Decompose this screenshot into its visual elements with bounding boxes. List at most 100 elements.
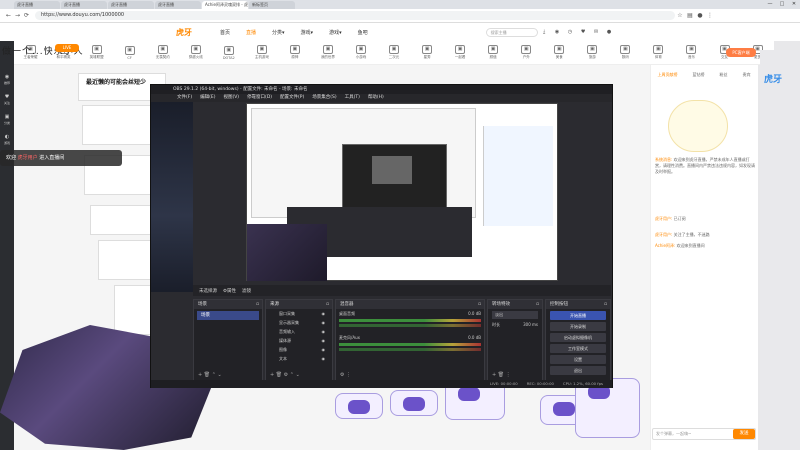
source-item[interactable]: 文本 ◉ <box>269 355 329 363</box>
filters-button[interactable]: 滤镜 <box>242 288 251 294</box>
exit-button[interactable]: 退出 <box>550 366 606 375</box>
avatar[interactable]: ● <box>603 29 616 35</box>
browser-tab[interactable]: 虎牙直播 <box>14 1 60 9</box>
tab-fans[interactable]: 粉丝 <box>720 72 728 82</box>
category-item[interactable]: ▣ 我的世界 <box>311 41 344 64</box>
browser-tab[interactable]: 虎牙直播 <box>155 1 201 9</box>
bookmark-icon[interactable]: ☆ <box>675 12 685 19</box>
menu-icon[interactable]: ⋮ <box>705 12 715 19</box>
category-item[interactable]: ▣ CF <box>113 41 146 64</box>
forward-icon[interactable]: → <box>13 12 22 19</box>
transition-controls[interactable]: + 🗑 ⋮ <box>492 372 511 378</box>
eye-icon[interactable]: ◉ <box>322 355 326 363</box>
profile-icon[interactable]: ● <box>695 12 705 19</box>
site-logo[interactable]: 虎牙 <box>176 27 212 38</box>
eye-icon[interactable]: ◉ <box>322 319 326 327</box>
category-item[interactable]: ▣ 户外 <box>510 41 543 64</box>
category-item[interactable]: ▣ 主机游戏 <box>245 41 278 64</box>
browser-tab-active[interactable]: Achie阿泽灵魂双排 - 虎牙直播 <box>202 1 248 9</box>
scene-controls[interactable]: + 🗑 ⌃ ⌄ <box>198 372 222 378</box>
dock-menu-icon[interactable]: ▫ <box>256 300 259 309</box>
dock-menu-icon[interactable]: ▫ <box>536 300 539 309</box>
menu-edit[interactable]: 编辑(E) <box>200 94 215 102</box>
start-streaming-button[interactable]: 开始直播 <box>550 311 606 320</box>
menu-view[interactable]: 视图(V) <box>223 94 239 102</box>
sidebar-item-category[interactable]: ▣ 分类 <box>0 109 14 129</box>
eye-icon[interactable]: ◉ <box>322 346 326 354</box>
sidebar-item-game[interactable]: ◐ 游戏 <box>0 129 14 149</box>
extension-icon[interactable]: ▤ <box>685 12 695 19</box>
nav-live[interactable]: 直播 <box>246 29 256 36</box>
category-item[interactable]: ▣ 星秀 <box>411 41 444 64</box>
category-item[interactable]: ▣ 数码 <box>609 41 642 64</box>
broadcast-icon[interactable]: ◉ <box>551 29 564 35</box>
nav-game-2[interactable]: 游戏▾ <box>329 29 342 36</box>
tab-diamond-rank[interactable]: 蓝钻榜 <box>693 72 705 82</box>
source-item[interactable]: 窗口采集 ◉ <box>269 310 329 318</box>
eye-icon[interactable]: ◉ <box>322 328 326 336</box>
message-icon[interactable]: ✉ <box>590 29 603 35</box>
source-item[interactable]: 显示器采集 ◉ <box>269 319 329 327</box>
source-item[interactable]: 音频输入 ◉ <box>269 328 329 336</box>
transition-select[interactable]: 淡出 <box>492 311 538 319</box>
category-item[interactable]: ▣ 旅游 <box>576 41 609 64</box>
scene-item[interactable]: 场景 <box>197 311 259 320</box>
category-item[interactable]: ▣ 英雄联盟 <box>80 41 113 64</box>
nav-forum[interactable]: 鱼吧 <box>358 29 368 36</box>
maximize-icon[interactable]: □ <box>776 0 788 9</box>
category-item[interactable]: ▣ 一起看 <box>444 41 477 64</box>
tab-weekly-rank[interactable]: 上周贡献榜 <box>658 72 678 82</box>
source-item[interactable]: 媒体源 ◉ <box>269 337 329 345</box>
obs-preview[interactable] <box>246 103 558 281</box>
nav-game[interactable]: 游戏▾ <box>301 29 314 36</box>
nav-home[interactable]: 首页 <box>220 29 230 36</box>
duration-input[interactable]: 300 ms <box>523 322 538 328</box>
pc-client-button[interactable]: PC客户端 <box>726 48 756 57</box>
dock-menu-icon[interactable]: ▫ <box>604 300 607 309</box>
obs-window[interactable]: OBS 29.1.2 (64-bit, windows) - 配置文件: 未命名… <box>150 84 613 388</box>
category-item[interactable]: ▣ 原神 <box>278 41 311 64</box>
properties-button[interactable]: ⚙属性 <box>223 288 236 294</box>
browser-tab[interactable]: 虎牙直播 <box>108 1 154 9</box>
source-controls[interactable]: + 🗑 ⚙ ⌃ ⌄ <box>270 372 300 378</box>
nav-category[interactable]: 分类▾ <box>272 29 285 36</box>
source-item[interactable]: 图像 ◉ <box>269 346 329 354</box>
browser-tab[interactable]: 虎牙直播 <box>61 1 107 9</box>
menu-help[interactable]: 帮助(H) <box>368 94 384 102</box>
start-recording-button[interactable]: 开始录制 <box>550 322 606 331</box>
settings-button[interactable]: 设置 <box>550 355 606 364</box>
volume-slider[interactable] <box>339 324 481 327</box>
category-item[interactable]: ▣ DOTA2 <box>212 41 245 64</box>
virtual-camera-button[interactable]: 启动虚拟摄像机 <box>550 333 606 342</box>
menu-file[interactable]: 文件(F) <box>177 94 192 102</box>
category-item[interactable]: ▣ 美食 <box>543 41 576 64</box>
search-input[interactable]: 搜索主播 <box>485 27 538 37</box>
url-field[interactable]: https://www.douyu.com/1000000 <box>35 11 675 20</box>
browser-tab[interactable]: 新标签页 <box>249 1 295 9</box>
dock-menu-icon[interactable]: ▫ <box>326 300 329 309</box>
menu-docks[interactable]: 停靠窗口(D) <box>247 94 272 102</box>
reload-icon[interactable]: ⟳ <box>22 12 31 19</box>
send-button[interactable]: 发送 <box>733 429 755 439</box>
eye-icon[interactable]: ◉ <box>322 310 326 318</box>
dock-menu-icon[interactable]: ▫ <box>478 300 481 309</box>
category-item[interactable]: ▣ 二次元 <box>378 41 411 64</box>
eye-icon[interactable]: ◉ <box>322 337 326 345</box>
tab-vip[interactable]: 贵宾 <box>743 72 751 82</box>
category-item[interactable]: ▣ 无畏契约 <box>146 41 179 64</box>
follow-icon[interactable]: ♥ <box>577 29 590 35</box>
menu-tools[interactable]: 工具(T) <box>345 94 360 102</box>
sidebar-item-recommend[interactable]: ◉ 推荐 <box>0 69 14 89</box>
mixer-settings-icon[interactable]: ⚙ ⋮ <box>340 372 351 378</box>
menu-scene-collection[interactable]: 场景集合(S) <box>312 94 336 102</box>
download-icon[interactable]: ⤓ <box>538 29 551 35</box>
category-item[interactable]: ▣ 体育 <box>642 41 675 64</box>
category-item[interactable]: ▣ 音乐 <box>675 41 708 64</box>
sidebar-item-follow[interactable]: ♥ 关注 <box>0 89 14 109</box>
category-item[interactable]: ▣ 小游戏 <box>344 41 377 64</box>
close-icon[interactable]: ✕ <box>788 0 800 9</box>
minimize-icon[interactable]: — <box>764 0 776 9</box>
back-icon[interactable]: ← <box>4 12 13 19</box>
studio-mode-button[interactable]: 工作室模式 <box>550 344 606 353</box>
volume-slider[interactable] <box>339 348 481 351</box>
